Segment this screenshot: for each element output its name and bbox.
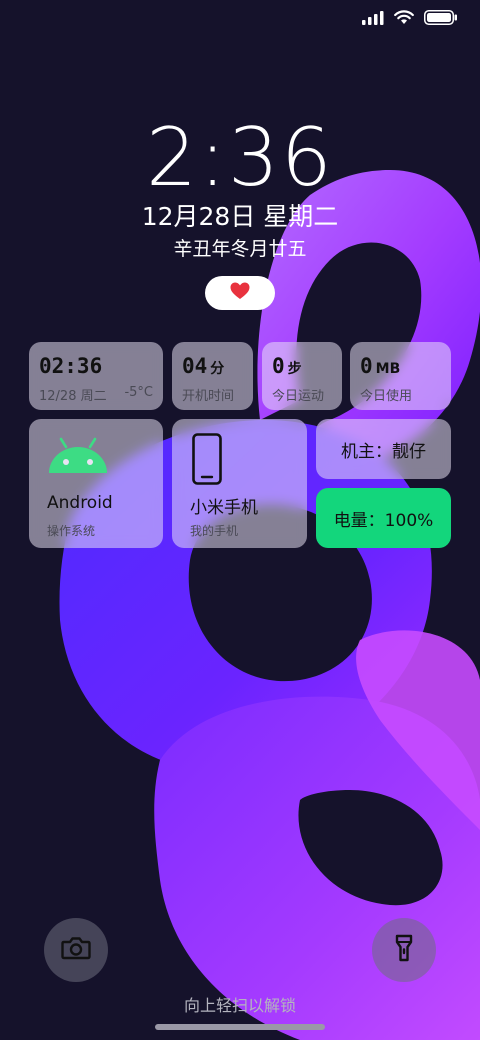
owner-widget[interactable]: 机主：靓仔 (316, 419, 451, 479)
device-label: 我的手机 (190, 524, 239, 538)
wifi-icon (394, 10, 414, 25)
uptime-label: 开机时间 (182, 389, 235, 404)
flashlight-button[interactable] (372, 918, 436, 982)
clock-weather-widget[interactable]: 02:36 12/28 周二 -5°C (29, 342, 163, 410)
data-usage-value: 0 (360, 354, 373, 378)
steps-unit: 步 (287, 361, 302, 377)
heart-button[interactable] (205, 276, 275, 310)
widget-temperature: -5°C (124, 385, 153, 400)
steps-widget[interactable]: 0 步 今日运动 (262, 342, 342, 410)
device-widget[interactable]: 小米手机 我的手机 (172, 419, 307, 548)
steps-value: 0 (272, 354, 285, 378)
lockscreen-clock: 2:36 (146, 111, 334, 204)
owner-text: 机主：靓仔 (341, 441, 426, 462)
os-widget[interactable]: Android 操作系统 (29, 419, 163, 548)
data-usage-label: 今日使用 (360, 389, 413, 404)
heart-icon (230, 282, 250, 304)
data-usage-unit: MB (375, 361, 401, 377)
status-bar (362, 10, 458, 25)
unlock-hint: 向上轻扫以解锁 (183, 996, 296, 1015)
lockscreen-date: 12月28日 星期二 (141, 202, 339, 231)
android-icon (47, 437, 109, 479)
signal-bars-icon (362, 10, 384, 25)
camera-button[interactable] (44, 918, 108, 982)
device-name: 小米手机 (190, 498, 258, 518)
flashlight-icon (395, 934, 413, 966)
camera-icon (61, 936, 91, 964)
uptime-unit: 分 (210, 361, 225, 377)
battery-widget[interactable]: 电量：100% (316, 488, 451, 548)
phone-icon (192, 433, 222, 489)
steps-label: 今日运动 (272, 389, 325, 404)
uptime-value: 04 (182, 354, 208, 378)
battery-icon (424, 10, 458, 25)
data-usage-widget[interactable]: 0 MB 今日使用 (350, 342, 451, 410)
os-name: Android (47, 493, 113, 513)
uptime-widget[interactable]: 04 分 开机时间 (172, 342, 253, 410)
widget-date: 12/28 周二 (39, 389, 107, 404)
widget-time: 02:36 (39, 354, 103, 378)
lunar-date: 辛丑年冬月廿五 (173, 238, 307, 260)
home-indicator[interactable] (155, 1024, 325, 1030)
os-label: 操作系统 (47, 524, 96, 538)
battery-text: 电量：100% (333, 510, 434, 531)
